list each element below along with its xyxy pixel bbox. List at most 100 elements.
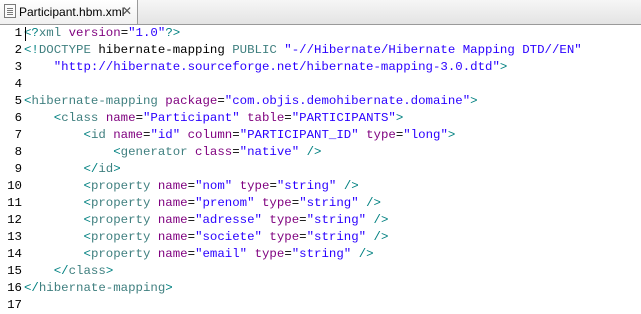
code-token: = xyxy=(135,111,143,125)
code-token: = xyxy=(187,213,196,227)
code-token: ?> xyxy=(165,26,181,40)
code-token: name xyxy=(157,247,188,261)
code-token: name xyxy=(113,128,143,142)
code-text: <property name="prenom" type="string" /> xyxy=(24,195,382,212)
line-number: 10 xyxy=(7,179,22,193)
line-number: 14 xyxy=(7,247,22,261)
code-line[interactable]: 8 <generator class="native" /> xyxy=(0,144,641,161)
code-line[interactable]: 11 <property name="prenom" type="string"… xyxy=(0,195,641,212)
code-token: > xyxy=(105,264,114,278)
code-token: "id" xyxy=(150,128,181,142)
code-token: generator xyxy=(120,145,188,159)
code-token: /> xyxy=(358,247,374,261)
code-token: </ xyxy=(83,162,99,176)
code-line[interactable]: 14 <property name="email" type="string" … xyxy=(0,246,641,263)
line-number: 15 xyxy=(7,264,22,278)
line-number: 6 xyxy=(14,111,22,125)
code-token: "native" xyxy=(239,145,300,159)
code-line[interactable]: 4 xyxy=(0,76,641,93)
code-text: <property name="societe" type="string" /… xyxy=(24,229,389,246)
code-line[interactable]: 13 <property name="societe" type="string… xyxy=(0,229,641,246)
xml-file-icon xyxy=(4,4,16,18)
code-token: hibernate-mapping xyxy=(90,43,233,57)
code-token: /> xyxy=(343,179,359,193)
code-token: "string" xyxy=(276,179,337,193)
code-token: = xyxy=(232,128,240,142)
code-token: > xyxy=(499,60,508,74)
code-token: > xyxy=(395,111,404,125)
code-line[interactable]: 10 <property name="nom" type="string" /> xyxy=(0,178,641,195)
code-token: /> xyxy=(306,145,322,159)
code-line[interactable]: 16 </hibernate-mapping> xyxy=(0,280,641,297)
code-editor[interactable]: 1 <?xml version="1.0"?> 2 <!DOCTYPE hiberna… xyxy=(0,25,641,314)
code-token: type xyxy=(269,230,300,244)
close-icon[interactable]: ✕ xyxy=(120,4,134,18)
code-token: <! xyxy=(24,43,39,57)
code-line[interactable]: 1 <?xml version="1.0"?> xyxy=(0,25,641,42)
line-number: 3 xyxy=(14,60,22,74)
code-token: = xyxy=(187,247,196,261)
code-token: name xyxy=(157,196,188,210)
code-token: type xyxy=(254,247,285,261)
code-token: < xyxy=(83,247,91,261)
code-line[interactable]: 15 </class> xyxy=(0,263,641,280)
code-token: name xyxy=(157,213,188,227)
editor-tab-bar: Participant.hbm.xml ✕ xyxy=(0,0,641,25)
code-token: name xyxy=(105,111,136,125)
line-number: 7 xyxy=(14,128,22,142)
code-token: < xyxy=(83,230,91,244)
code-token: < xyxy=(83,179,91,193)
code-token: < xyxy=(113,145,121,159)
code-token: property xyxy=(90,179,151,193)
code-token: "string" xyxy=(306,230,367,244)
code-line[interactable]: 7 <id name="id" column="PARTICIPANT_ID" … xyxy=(0,127,641,144)
code-text: </hibernate-mapping> xyxy=(24,280,173,297)
code-line[interactable]: 9 </id> xyxy=(0,161,641,178)
code-token: "PARTICIPANTS" xyxy=(291,111,396,125)
code-token: </ xyxy=(53,264,69,278)
code-token: < xyxy=(83,213,91,227)
code-token: > xyxy=(470,94,478,108)
code-line[interactable]: 12 <property name="adresse" type="string… xyxy=(0,212,641,229)
code-token: /> xyxy=(366,196,381,210)
line-number: 9 xyxy=(14,162,22,176)
code-token: "com.objis.demohibernate.domaine" xyxy=(224,94,471,108)
code-token: class xyxy=(68,264,106,278)
code-line[interactable]: 3 "http://hibernate.sourceforge.net/hibe… xyxy=(0,59,641,76)
tab-participant-hbm-xml[interactable]: Participant.hbm.xml ✕ xyxy=(0,0,138,24)
code-line[interactable]: 17 xyxy=(0,297,641,314)
code-text: <property name="email" type="string" /> xyxy=(24,246,374,263)
code-line[interactable]: 2 <!DOCTYPE hibernate-mapping PUBLIC "-//… xyxy=(0,42,641,59)
code-token: "PARTICIPANT_ID" xyxy=(239,128,359,142)
code-line[interactable]: 6 <class name="Participant" table="PARTI… xyxy=(0,110,641,127)
line-number: 17 xyxy=(7,298,22,312)
code-token: "long" xyxy=(403,128,448,142)
code-token: "societe" xyxy=(195,230,262,244)
code-token: = xyxy=(299,230,307,244)
tab-label: Participant.hbm.xml xyxy=(19,5,125,19)
code-token: class xyxy=(61,111,99,125)
line-number: 8 xyxy=(14,145,22,159)
code-text: <generator class="native" /> xyxy=(24,144,321,161)
code-token: "adresse" xyxy=(195,213,262,227)
code-token: "string" xyxy=(306,213,367,227)
code-token: < xyxy=(83,128,91,142)
code-token: "-//Hibernate/Hibernate Mapping DTD//EN" xyxy=(284,43,582,57)
code-token: xml xyxy=(38,26,62,40)
code-line[interactable]: 5 <hibernate-mapping package="com.objis.d… xyxy=(0,93,641,110)
code-token: /> xyxy=(373,213,389,227)
